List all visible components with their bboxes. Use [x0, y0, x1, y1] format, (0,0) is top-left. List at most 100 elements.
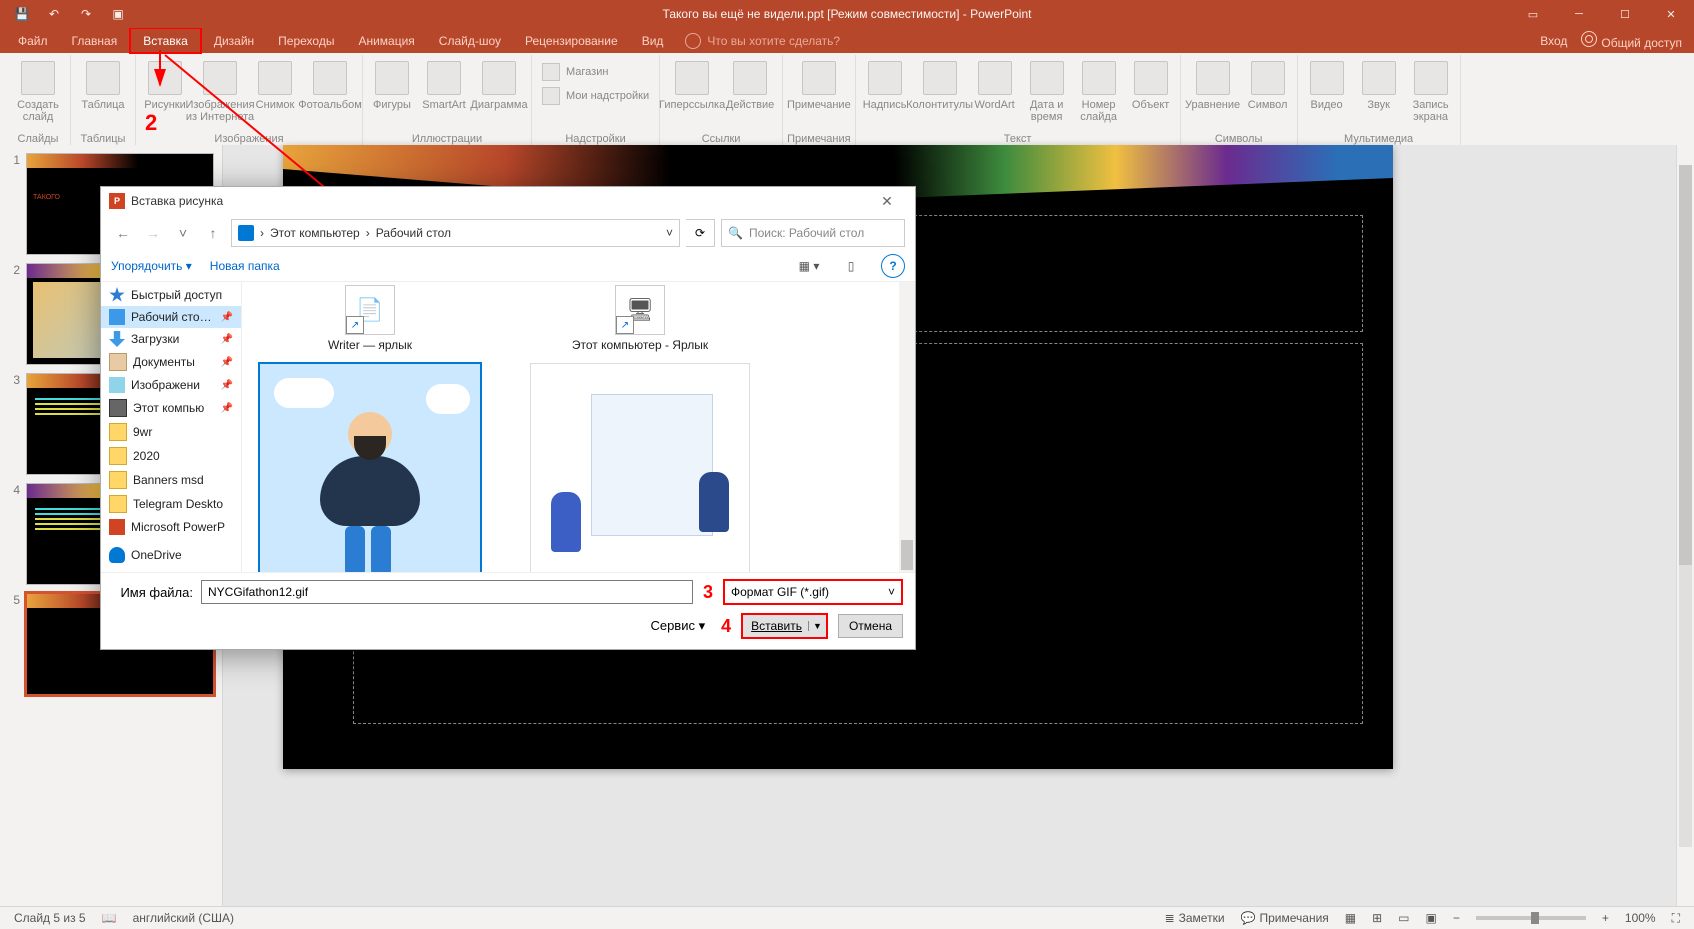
side-folder-telegram[interactable]: Telegram Deskto: [101, 492, 241, 516]
file-list: 📄↗ Writer — ярлык 🖥↗ Этот компьютер - Яр…: [242, 282, 915, 572]
wordart-button[interactable]: WordArt: [970, 57, 1020, 125]
chevron-down-icon[interactable]: ▼: [808, 621, 822, 631]
organize-button[interactable]: Упорядочить ▾: [111, 259, 192, 273]
sorter-view-icon[interactable]: ⊞: [1364, 911, 1390, 925]
equation-button[interactable]: Уравнение: [1185, 57, 1241, 125]
cancel-button[interactable]: Отмена: [838, 614, 903, 638]
nav-back-icon[interactable]: ←: [111, 221, 135, 245]
action-button[interactable]: Действие: [722, 57, 778, 125]
tab-animation[interactable]: Анимация: [346, 28, 426, 53]
dialog-close-icon[interactable]: ✕: [867, 187, 907, 215]
preview-pane-icon[interactable]: ▯: [839, 254, 863, 278]
new-slide-button[interactable]: Создать слайд: [10, 57, 66, 125]
myaddins-button[interactable]: Мои надстройки: [536, 85, 655, 107]
undo-icon[interactable]: ↶: [40, 2, 68, 26]
video-button[interactable]: Видео: [1302, 57, 1352, 125]
fit-window-icon[interactable]: ⛶: [1664, 911, 1688, 926]
side-folder-9wr[interactable]: 9wr: [101, 420, 241, 444]
side-thispc[interactable]: Этот компью📌: [101, 396, 241, 420]
dialog-sidebar: Быстрый доступ Рабочий сто…📌 Загрузки📌 Д…: [101, 282, 242, 572]
zoom-level[interactable]: 100%: [1617, 911, 1664, 925]
vertical-scrollbar[interactable]: [1676, 145, 1694, 907]
side-quickaccess[interactable]: Быстрый доступ: [101, 284, 241, 306]
zoom-out-icon[interactable]: −: [1445, 911, 1468, 925]
dialog-titlebar: P Вставка рисунка ✕: [101, 187, 915, 215]
file-writer-shortcut[interactable]: 📄↗ Writer — ярлык: [250, 286, 490, 352]
address-bar[interactable]: › Этот компьютер › Рабочий стол ˅: [231, 219, 680, 247]
insert-button[interactable]: Вставить▼: [741, 613, 828, 639]
help-icon[interactable]: ?: [881, 254, 905, 278]
zoom-slider[interactable]: [1476, 916, 1586, 920]
side-desktop[interactable]: Рабочий сто…📌: [101, 306, 241, 328]
chart-button[interactable]: Диаграмма: [471, 57, 527, 125]
side-onedrive[interactable]: OneDrive: [101, 544, 241, 566]
side-folder-powerpoint[interactable]: Microsoft PowerP: [101, 516, 241, 538]
slidenum-button[interactable]: Номер слайда: [1074, 57, 1124, 125]
redo-icon[interactable]: ↷: [72, 2, 100, 26]
file-thispc-shortcut[interactable]: 🖥↗ Этот компьютер - Ярлык: [520, 286, 760, 352]
reading-view-icon[interactable]: ▭: [1390, 911, 1417, 925]
dialog-bottom: Имя файла: 3 Формат GIF (*.gif)˅ Сервис …: [101, 572, 915, 649]
start-slideshow-icon[interactable]: ▣: [104, 2, 132, 26]
comments-button[interactable]: 💬 Примечания: [1233, 911, 1337, 925]
store-button[interactable]: Магазин: [536, 61, 655, 83]
minimize-icon[interactable]: ─: [1556, 0, 1602, 28]
photoalbum-button[interactable]: Фотоальбом: [302, 57, 358, 125]
newfolder-button[interactable]: Новая папка: [210, 259, 280, 273]
smartart-button[interactable]: SmartArt: [419, 57, 469, 125]
side-pictures[interactable]: Изображени📌: [101, 374, 241, 396]
tab-insert[interactable]: Вставка: [129, 27, 202, 54]
tab-review[interactable]: Рецензирование: [513, 28, 630, 53]
headerfooter-button[interactable]: Колонтитулы: [912, 57, 968, 125]
screenshot-button[interactable]: Снимок: [250, 57, 300, 125]
ribbon-options-icon[interactable]: ▭: [1510, 0, 1556, 28]
screenrec-button[interactable]: Запись экрана: [1406, 57, 1456, 125]
pictures-button[interactable]: Рисунки: [140, 57, 190, 125]
tab-file[interactable]: Файл: [6, 28, 60, 53]
maximize-icon[interactable]: ☐: [1602, 0, 1648, 28]
file-gif1[interactable]: NYCGifathon12.gif: [250, 364, 490, 572]
hyperlink-button[interactable]: Гиперссылка: [664, 57, 720, 125]
online-pictures-button[interactable]: Изображения из Интернета: [192, 57, 248, 125]
slideshow-view-icon[interactable]: ▣: [1418, 911, 1445, 925]
side-downloads[interactable]: Загрузки📌: [101, 328, 241, 350]
tell-me-search[interactable]: Что вы хотите сделать?: [675, 28, 850, 53]
nav-fwd-icon[interactable]: →: [141, 221, 165, 245]
nav-up-icon[interactable]: ˅: [171, 221, 195, 245]
side-folder-banners[interactable]: Banners msd: [101, 468, 241, 492]
language-button[interactable]: английский (США): [125, 911, 242, 925]
datetime-button[interactable]: Дата и время: [1022, 57, 1072, 125]
symbol-button[interactable]: Символ: [1243, 57, 1293, 125]
filename-input[interactable]: [201, 580, 693, 604]
normal-view-icon[interactable]: ▦: [1337, 911, 1364, 925]
service-link[interactable]: Сервис ▾: [650, 618, 705, 634]
file-scrollbar[interactable]: [899, 282, 915, 572]
tab-home[interactable]: Главная: [60, 28, 130, 53]
share-button[interactable]: Общий доступ: [1581, 31, 1682, 50]
tab-transitions[interactable]: Переходы: [266, 28, 346, 53]
notes-button[interactable]: ≣ Заметки: [1157, 911, 1233, 925]
textbox-button[interactable]: Надпись: [860, 57, 910, 125]
search-input[interactable]: 🔍Поиск: Рабочий стол: [721, 219, 905, 247]
side-documents[interactable]: Документы📌: [101, 350, 241, 374]
filetype-combo[interactable]: Формат GIF (*.gif)˅: [723, 579, 903, 605]
spellcheck-icon[interactable]: 📖: [94, 911, 125, 925]
table-button[interactable]: Таблица: [75, 57, 131, 125]
file-gif2[interactable]: анализ.gif: [520, 364, 760, 572]
tab-design[interactable]: Дизайн: [202, 28, 266, 53]
view-mode-icon[interactable]: ▦ ▾: [797, 254, 821, 278]
tab-slideshow[interactable]: Слайд-шоу: [427, 28, 513, 53]
zoom-in-icon[interactable]: +: [1594, 911, 1617, 925]
tab-view[interactable]: Вид: [630, 28, 676, 53]
nav-up-arrow-icon[interactable]: ↑: [201, 221, 225, 245]
object-button[interactable]: Объект: [1126, 57, 1176, 125]
comment-button[interactable]: Примечание: [791, 57, 847, 125]
close-icon[interactable]: ✕: [1648, 0, 1694, 28]
audio-button[interactable]: Звук: [1354, 57, 1404, 125]
save-icon[interactable]: 💾: [8, 2, 36, 26]
side-folder-2020[interactable]: 2020: [101, 444, 241, 468]
signin-link[interactable]: Вход: [1540, 34, 1567, 48]
shapes-button[interactable]: Фигуры: [367, 57, 417, 125]
refresh-icon[interactable]: ⟳: [686, 219, 715, 247]
slide-counter[interactable]: Слайд 5 из 5: [6, 911, 94, 925]
